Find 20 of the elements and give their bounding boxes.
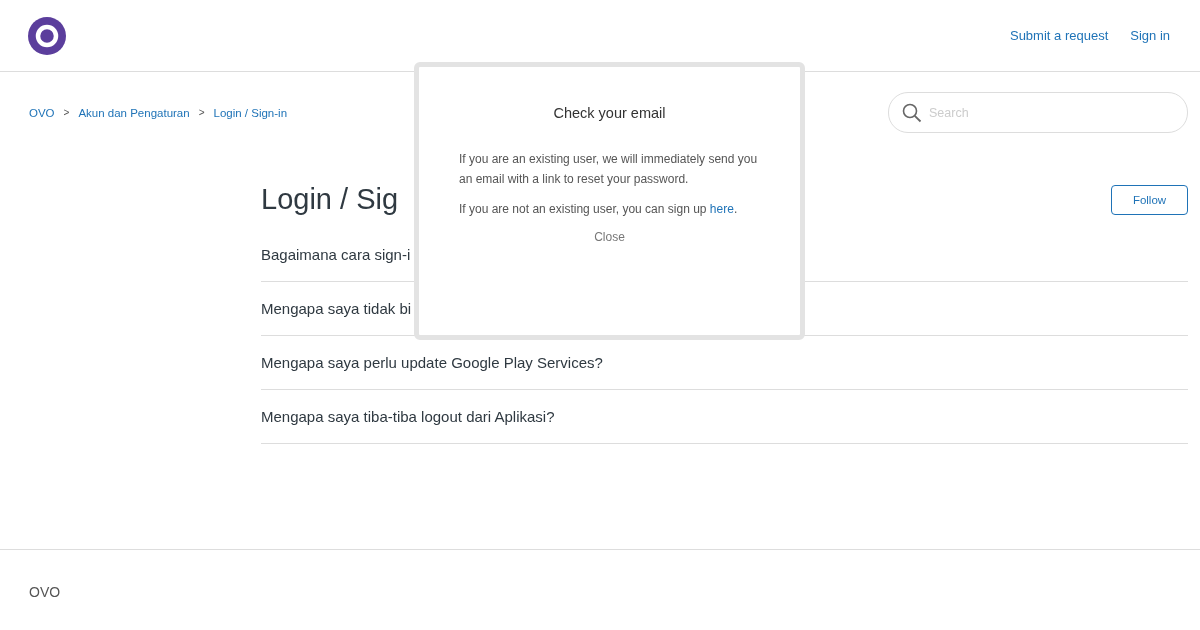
nav-link[interactable]: Submit a request (1009, 28, 1109, 43)
breadcrumb-link[interactable]: OVO (29, 106, 55, 119)
follow-button[interactable]: Follow (1111, 184, 1188, 215)
footer-brand: OVO (29, 584, 61, 600)
article-link[interactable]: Mengapa saya perlu update Google Play Services? (261, 354, 603, 371)
breadcrumb-separator: > (63, 107, 70, 118)
breadcrumb-link[interactable]: Akun dan Pengaturan (78, 106, 190, 119)
nav-link[interactable]: Sign in (1130, 28, 1170, 43)
article-link[interactable]: Mengapa saya tidak bi (261, 300, 412, 317)
dialog-message: If you are an existing user, we will immediately send you an email with a link to reset your password. (459, 151, 759, 188)
logo-icon[interactable] (28, 16, 66, 55)
breadcrumb-separator: > (198, 107, 205, 118)
article-link[interactable]: Mengapa saya tiba-tiba logout dari Aplikasi? (261, 408, 555, 425)
article-link[interactable]: Bagaimana cara sign-i (261, 246, 411, 263)
breadcrumb-link[interactable]: Login / Sign-in (213, 106, 288, 119)
signup-message: If you are not an existing user, you can sign up here. (459, 201, 739, 218)
signup-link[interactable]: here (709, 202, 734, 216)
dialog-title: Check your email (552, 105, 667, 121)
page-title: Login / Sig (261, 183, 399, 216)
close-button[interactable]: Close (588, 229, 631, 245)
